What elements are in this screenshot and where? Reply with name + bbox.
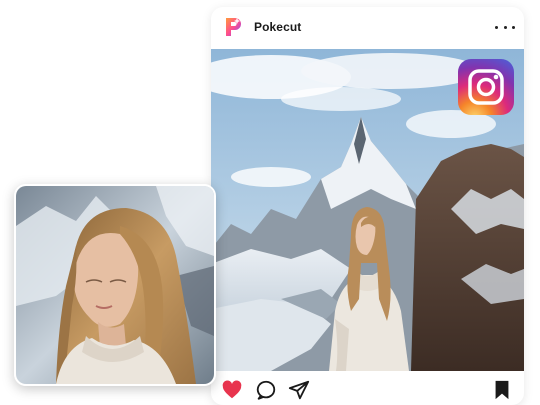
bookmark-icon[interactable] — [491, 379, 513, 401]
more-options-icon[interactable] — [495, 20, 515, 34]
pokecut-logo-icon[interactable] — [222, 16, 244, 38]
portrait-photo-card[interactable] — [14, 184, 216, 386]
dot-icon — [495, 25, 498, 29]
dot-icon — [512, 25, 515, 29]
comment-icon[interactable] — [255, 379, 277, 401]
post-action-bar — [211, 371, 524, 405]
instagram-logo-icon — [458, 59, 514, 115]
dot-icon — [503, 25, 507, 29]
send-icon[interactable] — [288, 379, 310, 401]
heart-icon[interactable] — [221, 379, 243, 401]
post-header: Pokecut — [211, 7, 524, 49]
instagram-post-card: Pokecut — [211, 7, 524, 405]
account-name[interactable]: Pokecut — [254, 20, 301, 34]
portrait-photo — [16, 186, 214, 384]
